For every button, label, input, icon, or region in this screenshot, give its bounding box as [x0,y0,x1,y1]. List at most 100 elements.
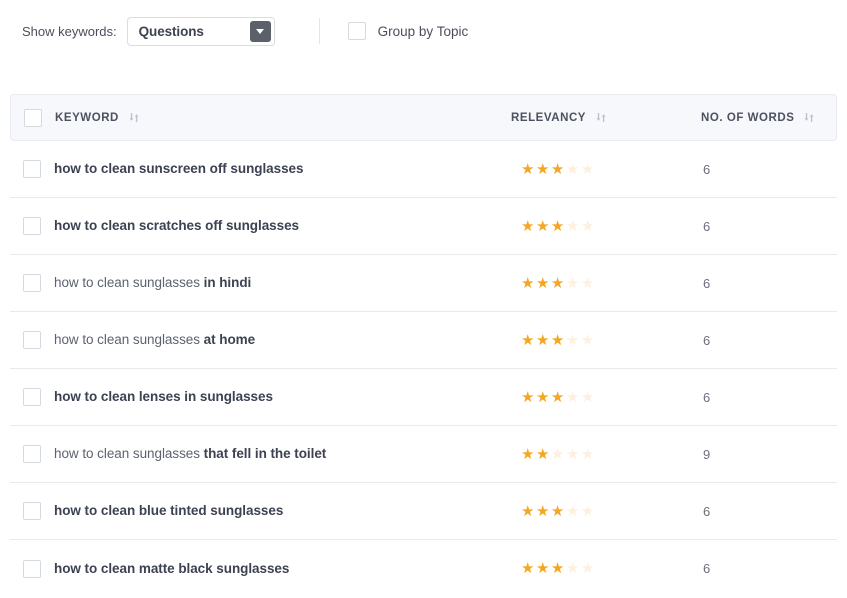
select-all-checkbox[interactable] [24,108,42,127]
row-checkbox-cell[interactable] [10,559,54,578]
star-empty-icon: ★ [565,560,581,577]
table-row[interactable]: how to clean lenses in sunglasses ★ ★ ★ ★ ★ 6 [10,369,837,426]
star-filled-icon: ★ [521,217,536,235]
star-filled-icon: ★ [521,560,536,577]
star-empty-icon: ★ [565,502,581,520]
keyword-cell: how to clean sunglasses at home [54,331,512,349]
keyword-text[interactable]: how to clean sunglasses at home [54,332,255,347]
column-header-relevancy[interactable]: RELEVANCY [511,111,701,124]
star-empty-icon: ★ [580,560,596,577]
words-cell: 6 [702,333,837,348]
star-filled-icon: ★ [550,502,566,520]
keyword-text[interactable]: how to clean scratches off sunglasses [54,218,299,233]
words-cell: 6 [702,162,837,177]
keyword-cell: how to clean scratches off sunglasses [54,217,512,235]
star-empty-icon: ★ [580,331,596,349]
star-filled-icon: ★ [521,331,536,349]
table-row[interactable]: how to clean sunglasses at home ★ ★ ★ ★ ★ 6 [10,312,837,369]
table-row[interactable]: how to clean matte black sunglasses ★ ★ ★ ★ ★… [10,540,837,597]
group-by-topic-checkbox[interactable] [347,22,366,40]
star-filled-icon: ★ [521,160,536,178]
table-row[interactable]: how to clean blue tinted sunglasses ★ ★ ★ ★ ★… [10,483,837,540]
column-header-keyword-label: KEYWORD [55,111,119,124]
row-checkbox[interactable] [23,160,41,178]
column-header-words[interactable]: NO. OF WORDS [701,111,836,124]
row-checkbox-cell[interactable] [10,445,54,463]
row-checkbox[interactable] [23,274,41,292]
row-checkbox-cell[interactable] [10,274,54,292]
group-by-topic-control[interactable]: Group by Topic [347,22,468,40]
row-checkbox[interactable] [23,559,41,578]
sort-updown-icon[interactable] [803,111,816,124]
row-checkbox[interactable] [23,217,41,235]
show-keywords-select[interactable]: Questions [126,16,275,46]
words-cell: 6 [702,561,837,576]
star-filled-icon: ★ [535,388,551,406]
relevancy-stars: ★ ★ ★ ★ ★ [521,504,596,519]
relevancy-cell: ★ ★ ★ ★ ★ [512,504,702,519]
star-empty-icon: ★ [565,160,581,178]
column-header-keyword[interactable]: KEYWORD [55,111,511,124]
star-empty-icon: ★ [565,445,581,463]
show-keywords-label: Show keywords: [22,23,117,39]
row-checkbox-cell[interactable] [10,502,54,520]
keyword-text[interactable]: how to clean lenses in sunglasses [54,389,273,404]
row-checkbox-cell[interactable] [10,388,54,406]
table-header-row: KEYWORD RELEVANCY NO. OF WORDS [10,94,837,141]
star-filled-icon: ★ [535,160,551,178]
relevancy-cell: ★ ★ ★ ★ ★ [512,447,702,462]
words-value: 9 [703,446,711,462]
table-row[interactable]: how to clean sunglasses in hindi ★ ★ ★ ★ ★ 6 [10,255,837,312]
toolbar-divider [318,18,320,44]
sort-updown-icon[interactable] [128,111,141,124]
column-header-words-label: NO. OF WORDS [701,111,795,124]
column-header-relevancy-label: RELEVANCY [511,111,587,124]
table-row[interactable]: how to clean sunglasses that fell in the… [10,426,837,483]
star-filled-icon: ★ [550,560,566,577]
words-value: 6 [703,275,711,291]
row-checkbox-cell[interactable] [10,160,54,178]
row-checkbox[interactable] [23,388,41,406]
row-checkbox-cell[interactable] [10,331,54,349]
relevancy-cell: ★ ★ ★ ★ ★ [512,561,702,576]
star-empty-icon: ★ [580,274,596,292]
relevancy-stars: ★ ★ ★ ★ ★ [521,333,596,348]
star-filled-icon: ★ [521,445,536,463]
keyword-text[interactable]: how to clean sunglasses in hindi [54,275,251,290]
star-filled-icon: ★ [535,331,551,349]
row-checkbox[interactable] [23,331,41,349]
select-all-cell[interactable] [11,108,55,127]
star-filled-icon: ★ [550,274,566,292]
keyword-cell: how to clean sunscreen off sunglasses [54,160,512,178]
row-checkbox-cell[interactable] [10,217,54,235]
words-value: 6 [703,218,711,234]
chevron-down-icon[interactable] [249,20,271,42]
star-filled-icon: ★ [521,274,536,292]
table-row[interactable]: how to clean scratches off sunglasses ★ ★ ★… [10,198,837,255]
row-checkbox[interactable] [23,445,41,463]
relevancy-stars: ★ ★ ★ ★ ★ [521,390,596,405]
words-cell: 6 [702,276,837,291]
row-checkbox[interactable] [23,502,41,520]
words-value: 6 [703,332,711,348]
words-value: 6 [703,561,711,576]
star-filled-icon: ★ [535,217,551,235]
star-filled-icon: ★ [535,502,551,520]
sort-updown-icon[interactable] [595,111,608,124]
keyword-text[interactable]: how to clean matte black sunglasses [54,561,289,576]
keyword-text[interactable]: how to clean sunglasses that fell in the… [54,446,326,461]
keywords-table: KEYWORD RELEVANCY NO. OF WORDS how to cl… [10,94,837,597]
star-filled-icon: ★ [521,502,536,520]
star-empty-icon: ★ [580,217,596,235]
keyword-text[interactable]: how to clean blue tinted sunglasses [54,503,283,518]
star-empty-icon: ★ [565,217,581,235]
star-filled-icon: ★ [535,274,551,292]
keyword-cell: how to clean lenses in sunglasses [54,388,512,406]
star-empty-icon: ★ [550,445,566,463]
keyword-text[interactable]: how to clean sunscreen off sunglasses [54,161,304,176]
relevancy-cell: ★ ★ ★ ★ ★ [512,219,702,234]
table-row[interactable]: how to clean sunscreen off sunglasses ★ ★ ★… [10,141,837,198]
relevancy-stars: ★ ★ ★ ★ ★ [521,561,596,576]
star-empty-icon: ★ [580,445,596,463]
toolbar: Show keywords: Questions Group by Topic [0,0,847,62]
